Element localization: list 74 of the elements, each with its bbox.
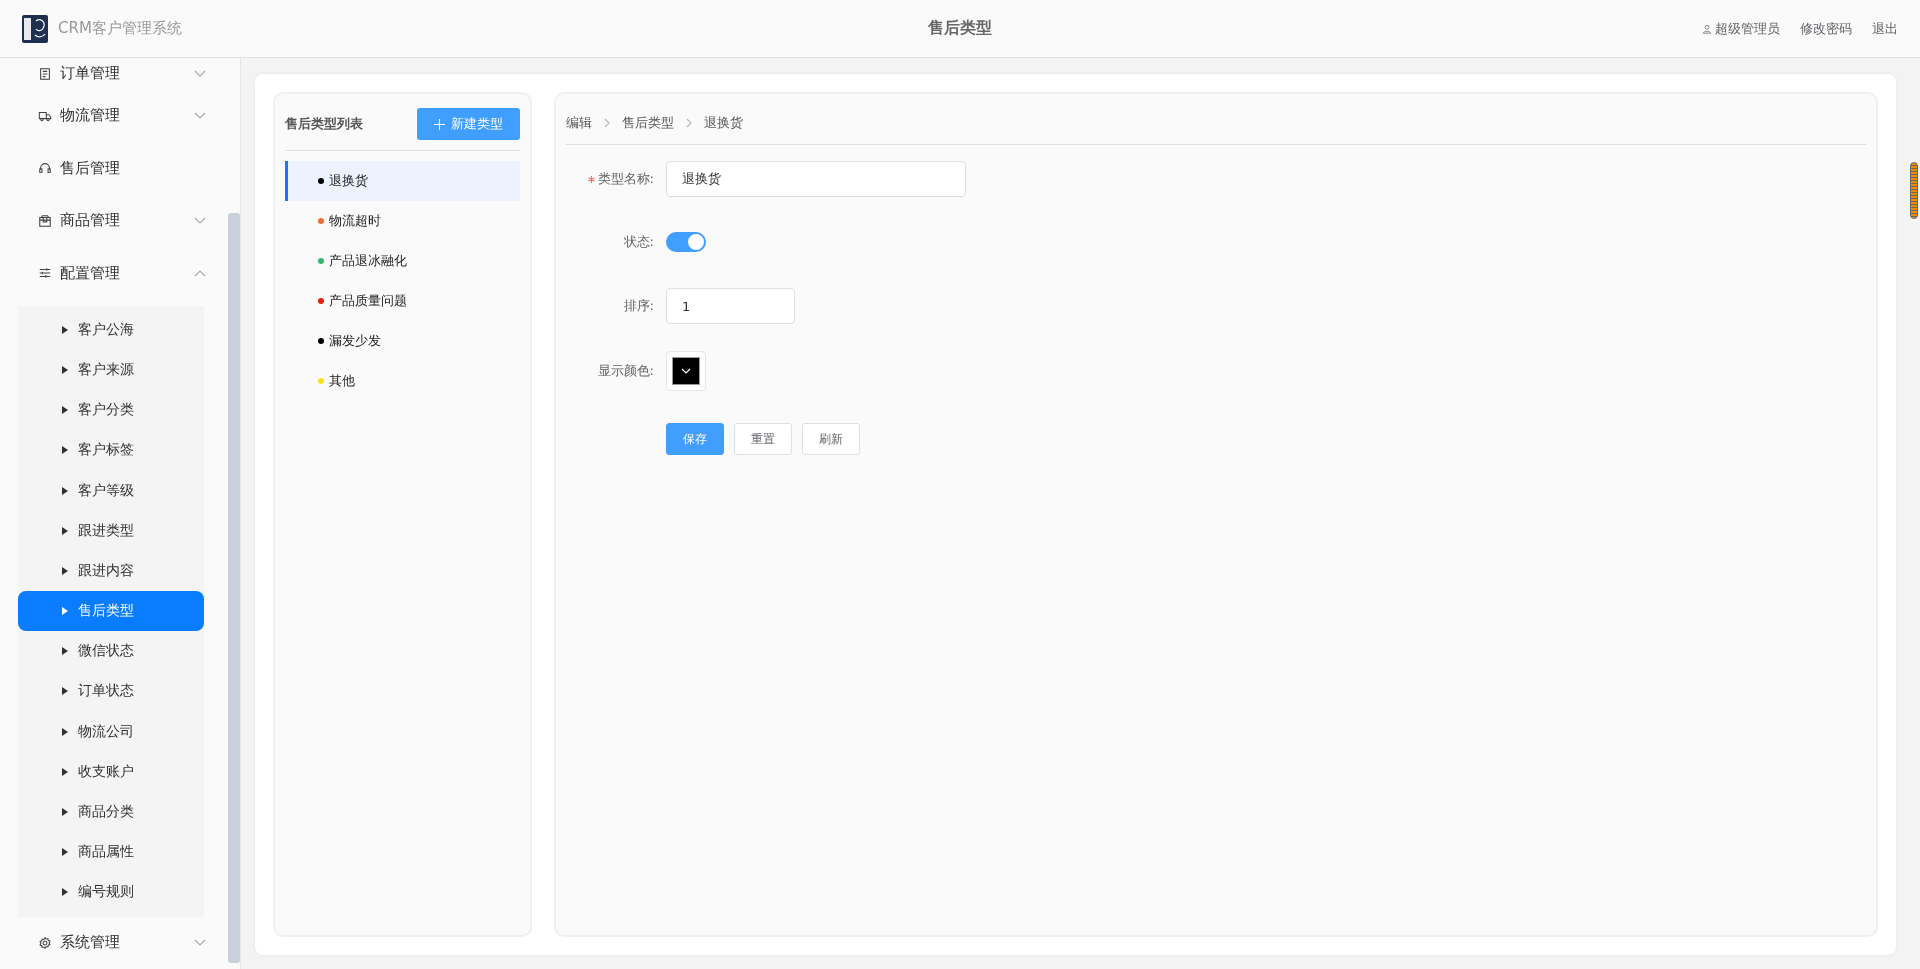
menu-item[interactable]: 订单管理 [0,58,228,90]
triangle-icon [62,888,68,897]
user-link[interactable]: 超级管理员 [1702,19,1780,38]
sort-input[interactable]: 1 [666,288,795,324]
menu-item[interactable]: 商品管理 [0,194,228,248]
form-button[interactable]: 重置 [734,423,792,455]
triangle-icon [62,767,68,776]
submenu-item[interactable]: 收支账户 [18,751,204,792]
field-label: 类型名称: [597,170,654,188]
scrollbar-thumb[interactable] [1910,162,1918,219]
triangle-icon [62,406,68,415]
sliders-icon [38,266,52,281]
submenu-item[interactable]: 客户公海 [18,309,204,350]
type-list-item[interactable]: 其他 [285,361,520,401]
field-label: 排序: [623,297,654,315]
type-list-item[interactable]: 物流超时 [285,201,520,241]
chevron-right-icon [604,118,610,128]
plus-icon [434,118,445,130]
breadcrumb-item[interactable]: 编辑 [566,114,592,132]
submenu-item[interactable]: 客户等级 [18,470,204,511]
submenu-item[interactable]: 物流公司 [18,711,204,752]
panel-title: 售后类型列表 [285,115,363,133]
field-label: 显示颜色: [597,362,654,380]
logo-icon [22,14,48,43]
form-button[interactable]: 刷新 [802,423,860,455]
page-title: 售后类型 [927,18,993,39]
breadcrumb-item[interactable]: 售后类型 [622,114,674,132]
submenu-item[interactable]: 售后类型 [18,591,204,632]
triangle-icon [62,607,68,616]
triangle-icon [62,366,68,374]
submenu-item[interactable]: 商品分类 [18,791,204,833]
triangle-icon [62,647,68,656]
app-name: CRM客户管理系统 [58,19,182,38]
menu-item[interactable]: 物流管理 [0,89,228,143]
document-icon [38,66,52,81]
submenu-item[interactable]: 跟进类型 [18,510,204,551]
box-icon [38,213,52,228]
header-link[interactable]: 修改密码 [1800,19,1852,38]
triangle-icon [62,727,68,736]
menu-item[interactable]: 系统管理 [0,916,228,969]
type-list-item[interactable]: 漏发少发 [285,321,520,361]
scrollbar-thumb[interactable] [228,213,240,963]
triangle-icon [62,486,68,495]
submenu-item[interactable]: 编号规则 [18,872,204,913]
user-icon [1702,23,1712,34]
breadcrumb-item: 退换货 [704,114,743,132]
triangle-icon [62,808,68,817]
type-list-item[interactable]: 产品退冰融化 [285,241,520,281]
chevron-right-icon [686,118,692,128]
type-list-item[interactable]: 产品质量问题 [285,281,520,321]
triangle-icon [62,848,68,857]
type-list-item[interactable]: 退换货 [285,161,520,201]
color-picker[interactable] [666,351,706,391]
menu-item[interactable]: 售后管理 [0,142,228,195]
submenu-item[interactable]: 客户分类 [18,390,204,431]
chevron-down-icon [681,368,691,374]
name-input[interactable]: 退换货 [666,161,966,197]
triangle-icon [62,325,68,334]
gear-icon [38,935,52,950]
triangle-icon [62,687,68,696]
status-toggle[interactable] [666,232,706,252]
field-label: 状态: [623,233,654,251]
triangle-icon [62,446,68,455]
submenu-item[interactable]: 订单状态 [18,671,204,712]
menu-item[interactable]: 配置管理 [0,247,228,300]
submenu-item[interactable]: 微信状态 [18,631,204,672]
submenu-item[interactable]: 跟进内容 [18,550,204,591]
header-link[interactable]: 退出 [1872,19,1898,38]
submenu-item[interactable]: 客户来源 [18,349,204,391]
submenu-item[interactable]: 商品属性 [18,832,204,873]
submenu-item[interactable]: 客户标签 [18,430,204,471]
triangle-icon [62,526,68,535]
headset-icon [38,161,52,176]
triangle-icon [62,566,68,575]
